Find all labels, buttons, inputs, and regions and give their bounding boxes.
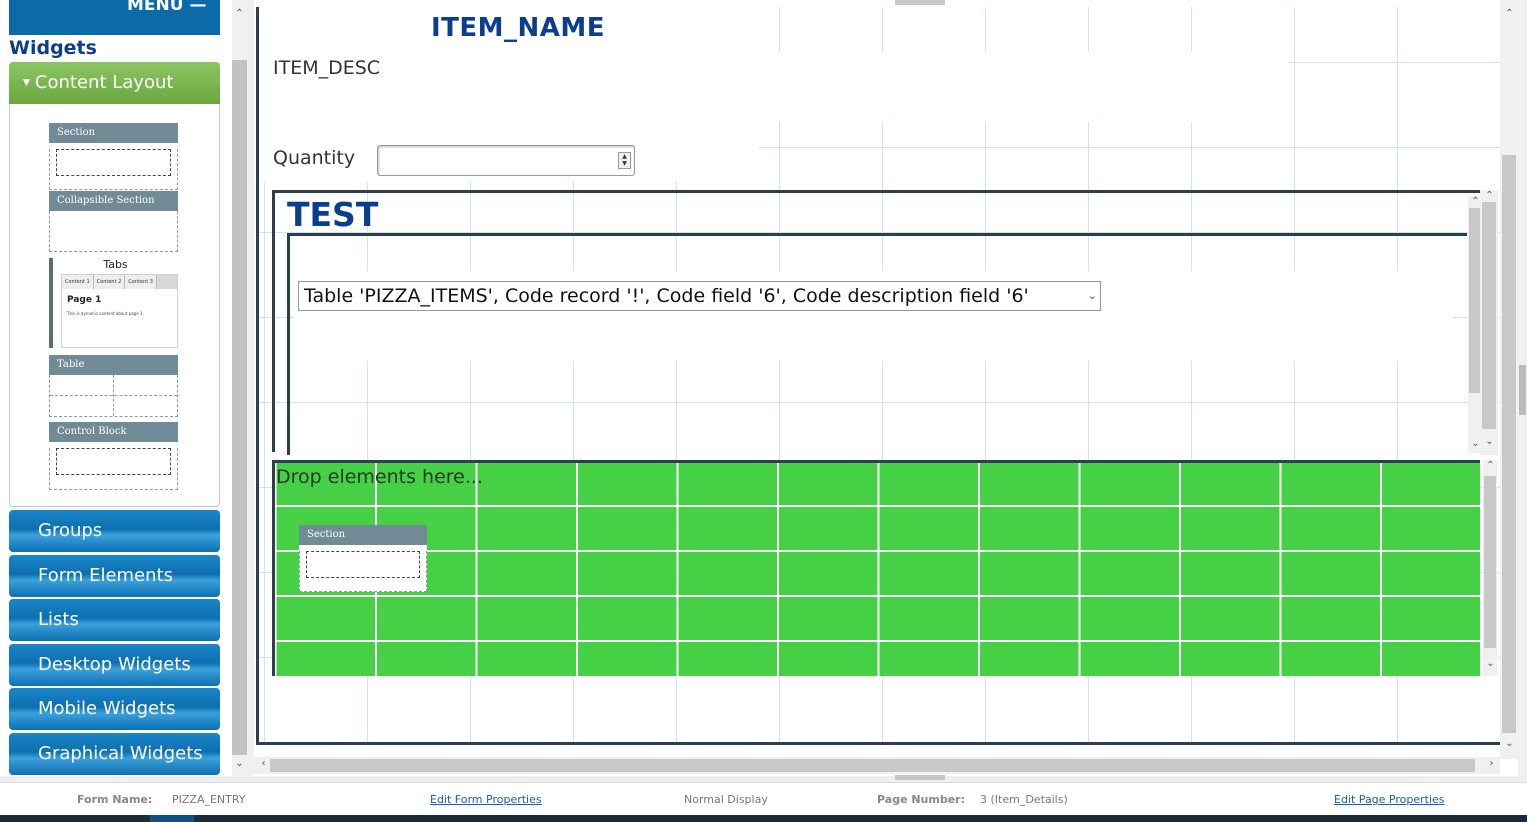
desktop-widgets-button[interactable]: Desktop Widgets	[9, 644, 220, 686]
designer-window: MENU — Widgets ▼ Content Layout Section C…	[0, 0, 1527, 822]
quantity-stepper[interactable]: ▲ ▼	[377, 145, 635, 176]
pizza-items-select[interactable]: Table 'PIZZA_ITEMS', Code record '!', Co…	[298, 281, 1101, 311]
collapsible-section-label: Collapsible Section	[49, 191, 178, 211]
right-splitter-handle[interactable]	[1519, 365, 1526, 415]
edit-page-properties-link[interactable]: Edit Page Properties	[1334, 793, 1445, 806]
tab-preview-2: Content 2	[93, 275, 126, 289]
drop-hint: Drop elements here...	[276, 466, 483, 488]
select-value: Table 'PIZZA_ITEMS', Code record '!', Co…	[304, 285, 1029, 307]
form-name-label: Form Name:	[77, 793, 153, 806]
scroll-right-icon[interactable]: ›	[1484, 758, 1499, 769]
section-widget-label: Section	[49, 123, 178, 143]
design-canvas: ITEM_NAME ITEM_DESC Quantity ▲ ▼ TEST Tab…	[254, 0, 1518, 776]
canvas-vertical-scrollbar[interactable]: ⌃ ⌄	[1500, 0, 1518, 759]
top-splitter-handle[interactable]	[895, 0, 945, 5]
display-mode: Normal Display	[684, 793, 768, 806]
test-outer-scroll-thumb[interactable]	[1482, 202, 1496, 429]
control-block-widget[interactable]: Control Block	[49, 422, 178, 490]
content-layout-label: Content Layout	[34, 72, 174, 93]
scroll-down-icon[interactable]: ⌄	[232, 758, 247, 769]
canvas-horizontal-scrollbar[interactable]: ‹ ›	[254, 757, 1500, 774]
test-group-box[interactable]: TEST Table 'PIZZA_ITEMS', Code record '!…	[272, 190, 1484, 455]
right-splitter[interactable]	[1518, 0, 1527, 776]
scroll-left-icon[interactable]: ‹	[256, 758, 271, 769]
item-name-label: ITEM_NAME	[431, 13, 606, 43]
canvas-hscroll-thumb[interactable]	[270, 759, 1475, 772]
drop-zone-scrollbar[interactable]: ⌃ ⌄	[1483, 460, 1497, 676]
menu-button[interactable]: MENU —	[9, 0, 220, 35]
page-number-value: 3 (Item_Details)	[980, 793, 1068, 806]
widgets-title: Widgets	[9, 37, 97, 59]
chevron-down-icon: ⌄	[1087, 289, 1097, 302]
scroll-up-icon[interactable]: ⌃	[1483, 460, 1498, 471]
groups-button[interactable]: Groups	[9, 510, 220, 552]
item-desc-label: ITEM_DESC	[273, 57, 381, 79]
spinner-arrows-icon[interactable]: ▲ ▼	[618, 152, 631, 169]
dropped-section-widget[interactable]: Section	[299, 525, 427, 592]
form-elements-button[interactable]: Form Elements	[9, 555, 220, 597]
tab-preview-text: This is dynamic content about page 1.	[67, 311, 144, 316]
table-widget[interactable]: Table	[49, 355, 178, 417]
dropped-section-label: Section	[299, 525, 427, 545]
test-group-title: TEST	[287, 195, 379, 234]
sidebar-scrollbar[interactable]: ⌃ ⌄	[232, 0, 247, 776]
inner-container[interactable]: Table 'PIZZA_ITEMS', Code record '!', Co…	[287, 233, 1467, 455]
edit-form-properties-link[interactable]: Edit Form Properties	[430, 793, 542, 806]
tab-preview-1: Content 1	[62, 275, 94, 289]
tabs-widget-label: Tabs	[103, 258, 128, 271]
scroll-up-icon[interactable]: ⌃	[1502, 8, 1517, 19]
tab-preview-3: Content 3	[125, 275, 157, 289]
scroll-up-icon[interactable]: ⌃	[232, 8, 247, 19]
expand-triangle-icon: ▼	[23, 78, 30, 88]
drop-zone[interactable]: Drop elements here... Section	[272, 460, 1480, 676]
tab-preview-page-title: Page 1	[67, 295, 102, 305]
lists-button[interactable]: Lists	[9, 599, 220, 641]
control-block-label: Control Block	[49, 422, 178, 442]
mobile-widgets-button[interactable]: Mobile Widgets	[9, 688, 220, 730]
canvas-vscroll-thumb[interactable]	[1502, 155, 1516, 733]
widget-sidebar: MENU — Widgets ▼ Content Layout Section C…	[0, 0, 232, 776]
scroll-up-icon[interactable]: ⌃	[1482, 190, 1497, 201]
form-page-frame: ITEM_NAME ITEM_DESC Quantity ▲ ▼ TEST Tab…	[256, 7, 1501, 745]
graphical-widgets-button[interactable]: Graphical Widgets	[9, 733, 220, 775]
content-layout-header[interactable]: ▼ Content Layout	[9, 62, 220, 104]
scroll-down-icon[interactable]: ⌄	[1482, 436, 1497, 447]
tabs-widget[interactable]: Tabs Content 1 Content 2 Content 3 Page …	[49, 258, 178, 348]
section-widget[interactable]: Section	[49, 123, 178, 190]
status-bar: Form Name: PIZZA_ENTRY Edit Form Propert…	[0, 782, 1527, 815]
bottom-splitter-handle[interactable]	[895, 775, 945, 780]
collapsible-section-widget[interactable]: Collapsible Section	[49, 191, 178, 252]
taskbar-strip	[0, 815, 1527, 822]
test-outer-scrollbar[interactable]: ⌃ ⌄	[1480, 190, 1498, 455]
scroll-down-icon[interactable]: ⌄	[1483, 658, 1498, 669]
scroll-down-icon[interactable]: ⌄	[1502, 738, 1517, 749]
page-number-label: Page Number:	[877, 793, 966, 806]
quantity-label: Quantity	[273, 147, 356, 169]
table-widget-label: Table	[49, 355, 178, 375]
drop-zone-scroll-thumb[interactable]	[1484, 476, 1496, 648]
form-name-value: PIZZA_ENTRY	[172, 793, 246, 806]
sidebar-scroll-thumb[interactable]	[232, 60, 247, 755]
